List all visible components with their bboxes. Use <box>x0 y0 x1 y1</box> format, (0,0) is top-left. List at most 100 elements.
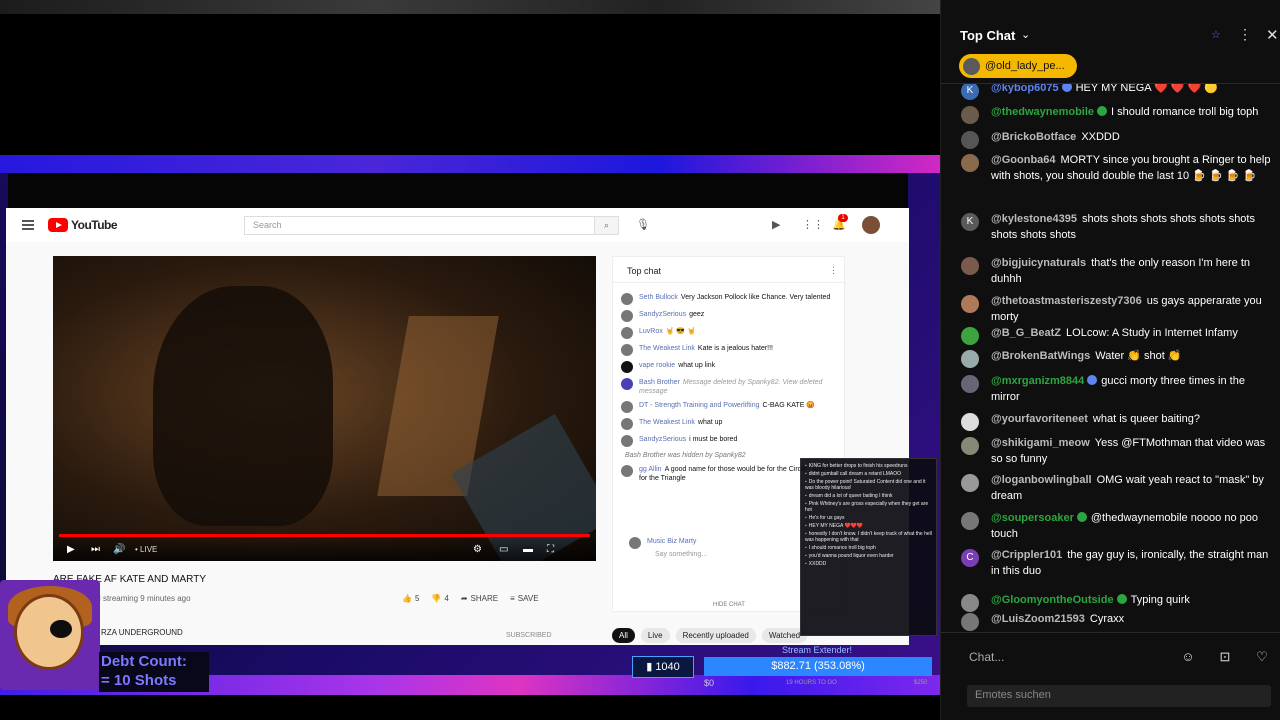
heart-icon[interactable]: ♡ <box>1254 649 1270 665</box>
avatar[interactable] <box>961 594 979 612</box>
chat-message[interactable]: @loganbowlingball OMG wait yeah react to … <box>991 472 1271 504</box>
settings-icon[interactable]: ⚙ <box>473 544 482 555</box>
chat-message[interactable]: @BrokenBatWings Water 👏 shot 👏 <box>991 348 1271 364</box>
close-icon[interactable]: ✕ <box>1266 26 1279 44</box>
dislike-icon: 👎 <box>431 594 442 603</box>
avatar[interactable] <box>961 295 979 313</box>
chat-author[interactable]: @kylestone4395 <box>991 213 1077 225</box>
avatar[interactable] <box>961 613 979 631</box>
chip-all[interactable]: All <box>612 628 635 643</box>
live-label[interactable]: • LIVE <box>135 545 157 554</box>
chat-author[interactable]: @BrokenBatWings <box>991 350 1090 362</box>
like-button[interactable]: 👍 5 <box>402 594 419 603</box>
gift-icon[interactable]: ⊡ <box>1217 649 1233 665</box>
channel-name[interactable]: RZA UNDERGROUND <box>101 628 183 637</box>
avatar[interactable] <box>961 350 979 368</box>
chat-message[interactable]: @BrickoBotface XXDDD <box>991 129 1271 145</box>
hide-chat-button[interactable]: HIDE CHAT <box>713 602 745 608</box>
chat-author[interactable]: @kybop6075 <box>991 84 1059 94</box>
video-player[interactable]: ▶ ⏭ 🔊 • LIVE ⚙ ▭ ▬ ⛶ <box>53 256 596 561</box>
chat-input[interactable]: Chat... <box>961 643 1161 671</box>
avatar[interactable] <box>961 327 979 345</box>
search-input[interactable]: Search <box>244 216 619 235</box>
chat-author[interactable]: @BrickoBotface <box>991 131 1076 143</box>
chat-author[interactable]: @thetoastmasteriszesty7306 <box>991 295 1142 307</box>
chat-author[interactable]: @LuisZoom21593 <box>991 613 1085 625</box>
avatar[interactable] <box>961 437 979 455</box>
emote-search-input[interactable]: Emotes suchen <box>967 685 1271 707</box>
chat-author[interactable]: @thedwaynemobile <box>991 106 1094 118</box>
chat-message[interactable]: @thetoastmasteriszesty7306 us gays appera… <box>991 293 1271 325</box>
avatar[interactable] <box>961 154 979 172</box>
avatar[interactable] <box>961 257 979 275</box>
volume-icon[interactable]: 🔊 <box>113 544 125 555</box>
chat-message[interactable]: @Goonba64 MORTY since you brought a Ringe… <box>991 152 1271 184</box>
avatar[interactable]: K <box>961 84 979 100</box>
chat-message[interactable]: @yourfavoriteneet what is queer baiting? <box>991 411 1271 427</box>
youtube-logo[interactable]: YouTube <box>48 218 118 232</box>
avatar[interactable]: C <box>961 549 979 567</box>
chat-author[interactable]: @yourfavoriteneet <box>991 413 1088 425</box>
chat-text: LOLcow: A Study in Internet Infamy <box>1066 327 1238 339</box>
chat-mode-title[interactable]: Top Chat <box>960 28 1015 43</box>
avatar[interactable] <box>961 512 979 530</box>
chat-author[interactable]: @shikigami_meow <box>991 437 1090 449</box>
chat-message[interactable]: @kylestone4395 shots shots shots shots sh… <box>991 211 1271 243</box>
video-progress-bar[interactable] <box>59 534 590 537</box>
pinned-user-chip[interactable]: @old_lady_pe... <box>959 54 1077 78</box>
subscribed-button[interactable]: SUBSCRIBED <box>506 632 552 639</box>
apps-grid-icon[interactable]: ⋮⋮ <box>802 218 824 231</box>
search-icon[interactable]: ⌕ <box>594 216 619 235</box>
save-button[interactable]: ≡ SAVE <box>510 594 538 603</box>
dislike-button[interactable]: 👎 4 <box>431 594 448 603</box>
chat-message[interactable]: @GloomyontheOutside Typing quirk <box>991 592 1271 608</box>
chat-message[interactable]: @shikigami_meow Yess @FTMothman that vide… <box>991 435 1271 467</box>
chat-message[interactable]: @mxrganizm8844 gucci morty three times in… <box>991 373 1271 405</box>
avatar[interactable] <box>961 131 979 149</box>
chat-message[interactable]: @Crippler101 the gay guy is, ironically, … <box>991 547 1271 579</box>
chat-author[interactable]: @B_G_BeatZ <box>991 327 1061 339</box>
emoji-icon[interactable]: ☺ <box>1180 649 1196 665</box>
inner-chat-input[interactable]: Say something... <box>655 551 707 558</box>
chat-text: Cyraxx <box>1089 613 1125 625</box>
fullscreen-icon[interactable]: ⛶ <box>547 544 554 555</box>
share-button[interactable]: ➦ SHARE <box>461 594 498 603</box>
more-vert-icon[interactable]: ⋮ <box>829 265 838 276</box>
overlay-chat-line: ▪ dream did a lot of queer baiting I thin… <box>805 493 932 499</box>
chat-author[interactable]: @Goonba64 <box>991 154 1056 166</box>
avatar[interactable] <box>961 474 979 492</box>
chat-message[interactable]: @soupersoaker @thedwaynemobile noooo no p… <box>991 510 1271 542</box>
miniplayer-icon[interactable]: ▭ <box>499 544 508 555</box>
chevron-down-icon[interactable]: ⌄ <box>1021 28 1030 41</box>
next-icon[interactable]: ⏭ <box>91 544 100 555</box>
star-icon[interactable]: ☆ <box>1211 28 1221 41</box>
chat-author[interactable]: @Crippler101 <box>991 549 1062 561</box>
inner-chat-title[interactable]: Top chat <box>627 266 661 276</box>
chat-author[interactable]: @loganbowlingball <box>991 474 1092 486</box>
chat-message[interactable]: @thedwaynemobile I should romance troll b… <box>991 104 1271 120</box>
chat-message[interactable]: @bigjuicynaturals that's the only reason … <box>991 255 1271 287</box>
overlay-chat-text: Do the power point! Saturated Content di… <box>805 479 926 491</box>
avatar[interactable] <box>961 413 979 431</box>
chip-recently-uploaded[interactable]: Recently uploaded <box>675 628 756 643</box>
menu-icon[interactable] <box>22 220 34 230</box>
chat-message[interactable]: @LuisZoom21593 Cyraxx <box>991 611 1271 627</box>
chat-author[interactable]: @bigjuicynaturals <box>991 257 1086 269</box>
chat-author[interactable]: @soupersoaker <box>991 512 1074 524</box>
chat-author[interactable]: @GloomyontheOutside <box>991 594 1114 606</box>
avatar[interactable] <box>961 375 979 393</box>
more-vert-icon[interactable]: ⋮ <box>1238 26 1252 43</box>
theater-icon[interactable]: ▬ <box>523 544 533 555</box>
chat-message[interactable]: @B_G_BeatZ LOLcow: A Study in Internet In… <box>991 325 1271 341</box>
create-video-icon[interactable]: ▶ <box>772 218 780 231</box>
chip-live[interactable]: Live <box>640 628 670 643</box>
avatar[interactable] <box>862 216 880 234</box>
avatar[interactable] <box>961 106 979 124</box>
mic-icon[interactable]: 🎙 <box>636 218 650 231</box>
avatar <box>621 465 633 477</box>
play-icon[interactable]: ▶ <box>67 544 75 555</box>
avatar[interactable]: K <box>961 213 979 231</box>
chat-author[interactable]: @mxrganizm8844 <box>991 375 1084 387</box>
chat-message[interactable]: @kybop6075 HEY MY NEGA ❤️ ❤️ ❤️ 🟡 <box>991 84 1271 96</box>
avatar <box>621 310 633 322</box>
